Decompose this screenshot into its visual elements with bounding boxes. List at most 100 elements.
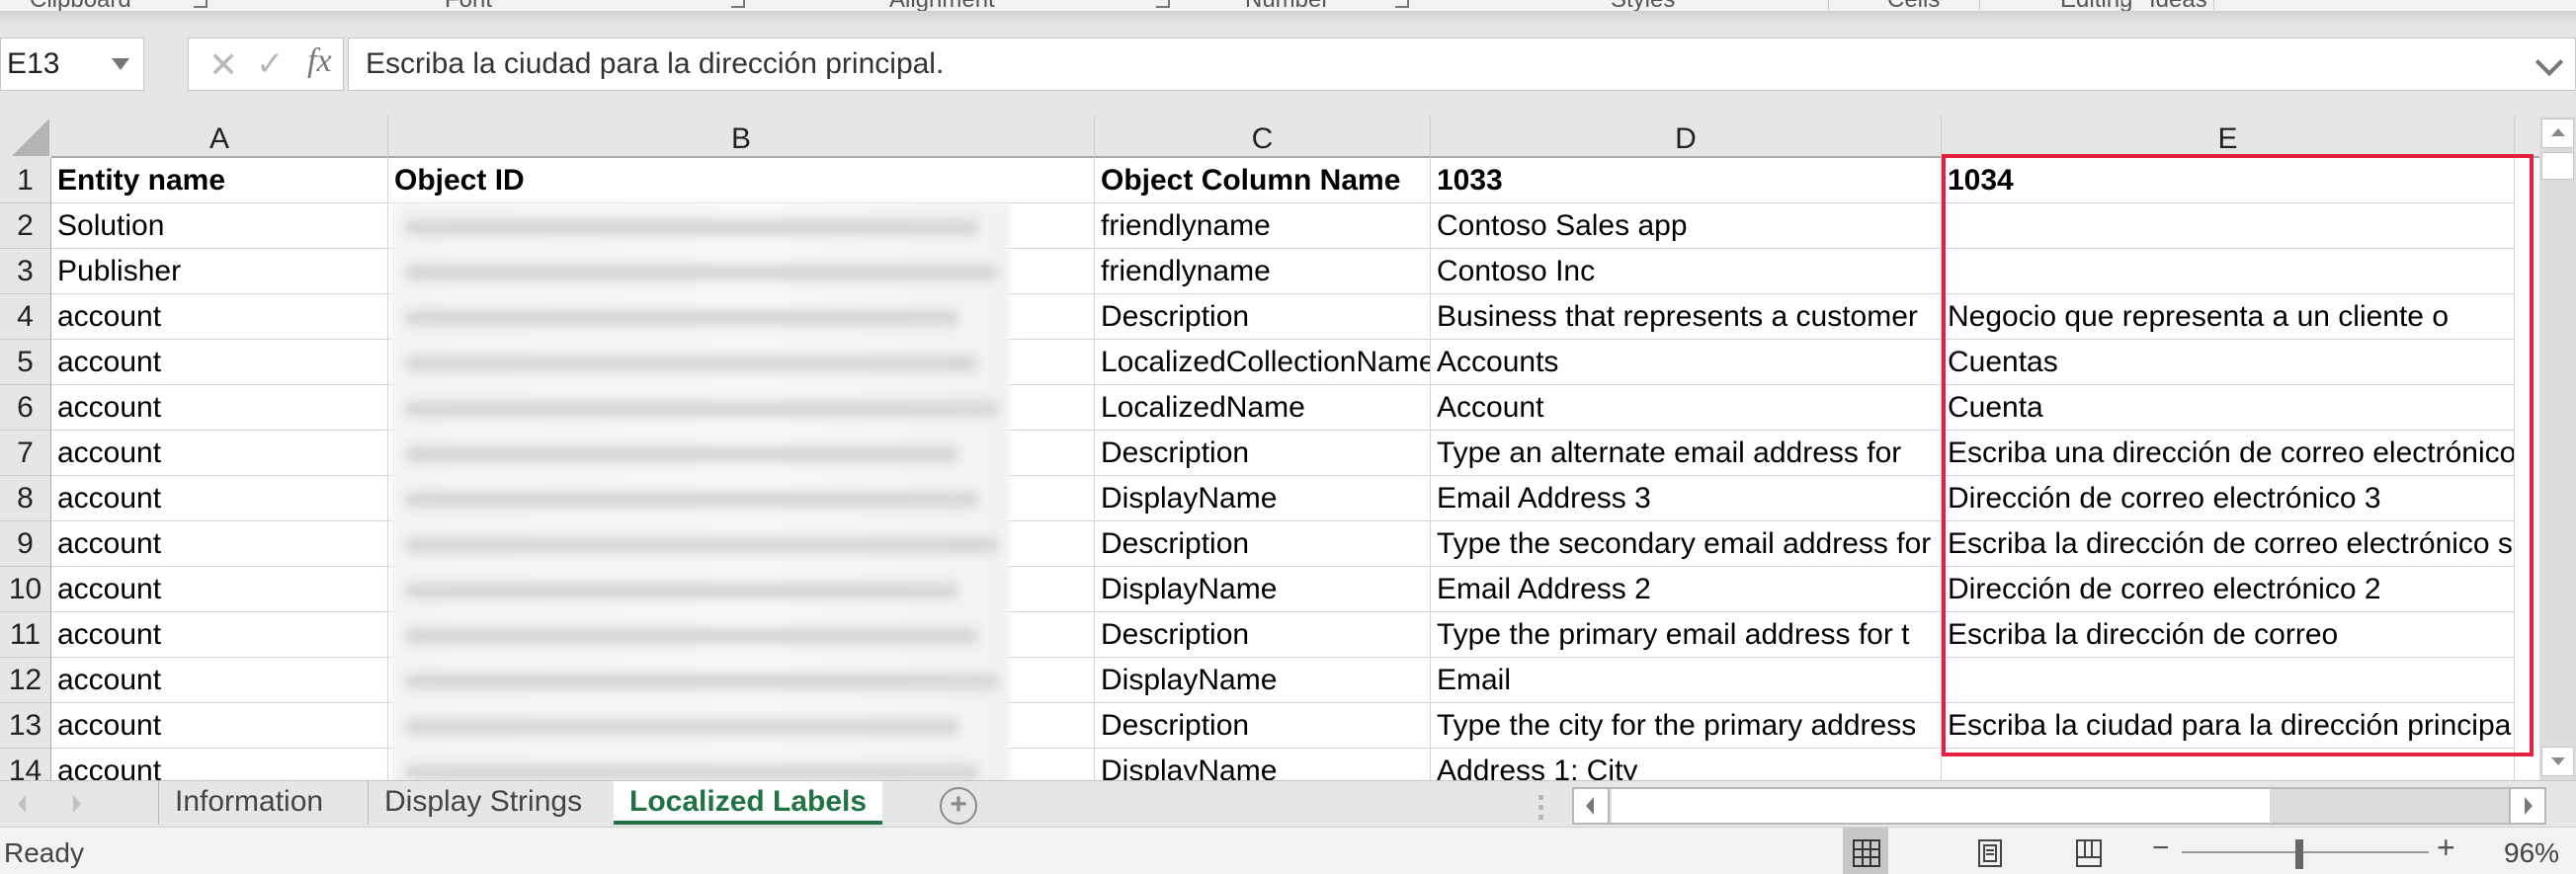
cell-D1[interactable]: 1033 [1431,158,1942,203]
column-header-a[interactable]: A [51,117,388,158]
cell-C6[interactable]: LocalizedName [1095,385,1431,431]
cell-D6[interactable]: Account [1431,385,1942,431]
zoom-out-button[interactable]: − [2152,832,2170,865]
cell-A8[interactable]: account [51,476,388,521]
cell-D5[interactable]: Accounts [1431,340,1942,385]
cell-A13[interactable]: account [51,703,388,749]
cell-E3[interactable] [1942,249,2515,294]
row-header[interactable]: 8 [0,476,51,521]
spreadsheet-grid[interactable]: A B C D E 1 Entity name Object ID Object Co… [0,117,2539,780]
cell-A2[interactable]: Solution [51,203,388,249]
name-box-dropdown-icon[interactable] [112,58,129,70]
tab-split-handle[interactable] [1538,795,1543,825]
cell-C11[interactable]: Description [1095,612,1431,658]
dialog-launcher-icon[interactable] [1156,0,1170,8]
row-header[interactable]: 2 [0,203,51,249]
cell-A7[interactable]: account [51,431,388,476]
next-sheet-icon[interactable] [73,795,81,813]
formula-input[interactable]: Escriba la ciudad para la dirección prin… [348,38,2576,91]
cell-D2[interactable]: Contoso Sales app [1431,203,1942,249]
column-header-e[interactable]: E [1942,117,2515,158]
cell-C5[interactable]: LocalizedCollectionName [1095,340,1431,385]
zoom-level[interactable]: 96% [2504,837,2559,869]
cell-A9[interactable]: account [51,521,388,567]
vertical-scrollbar[interactable] [2539,117,2576,780]
zoom-slider[interactable] [2182,851,2429,853]
cell-D11[interactable]: Type the primary email address for t [1431,612,1942,658]
scroll-left-button[interactable] [1574,789,1610,823]
vertical-scroll-thumb[interactable] [2541,152,2574,180]
cell-E6[interactable]: Cuenta [1942,385,2515,431]
sheet-tab-display-strings[interactable]: Display Strings [368,781,598,825]
insert-function-icon[interactable]: fx [307,42,332,80]
cell-C12[interactable]: DisplayName [1095,658,1431,703]
cell-E9[interactable]: Escriba la dirección de correo electróni… [1942,521,2515,567]
cell-A6[interactable]: account [51,385,388,431]
cell-A10[interactable]: account [51,567,388,612]
name-box[interactable]: E13 [0,38,144,91]
cell-C1[interactable]: Object Column Name [1095,158,1431,203]
cell-C8[interactable]: DisplayName [1095,476,1431,521]
cell-A1[interactable]: Entity name [51,158,388,203]
column-header-c[interactable]: C [1095,117,1431,158]
expand-formula-bar-icon[interactable] [2534,47,2564,77]
cell-E1[interactable]: 1034 [1942,158,2515,203]
row-header[interactable]: 4 [0,294,51,340]
zoom-slider-thumb[interactable] [2295,839,2304,869]
row-header[interactable]: 1 [0,158,51,203]
row-header[interactable]: 7 [0,431,51,476]
scroll-right-button[interactable] [2509,789,2544,823]
cell-E10[interactable]: Dirección de correo electrónico 2 [1942,567,2515,612]
cell-A11[interactable]: account [51,612,388,658]
row-header[interactable]: 14 [0,749,51,780]
cell-A5[interactable]: account [51,340,388,385]
column-header-b[interactable]: B [388,117,1095,158]
dialog-launcher-icon[interactable] [1395,0,1409,8]
row-header[interactable]: 6 [0,385,51,431]
cell-E14[interactable] [1942,749,2515,780]
cell-D3[interactable]: Contoso Inc [1431,249,1942,294]
cell-E2[interactable] [1942,203,2515,249]
cancel-icon[interactable]: ✕ [208,44,238,86]
row-header[interactable]: 3 [0,249,51,294]
row-header[interactable]: 5 [0,340,51,385]
cell-D13[interactable]: Type the city for the primary address [1431,703,1942,749]
cell-C10[interactable]: DisplayName [1095,567,1431,612]
cell-E12[interactable] [1942,658,2515,703]
cell-C13[interactable]: Description [1095,703,1431,749]
row-header[interactable]: 12 [0,658,51,703]
row-header[interactable]: 13 [0,703,51,749]
column-header-d[interactable]: D [1431,117,1942,158]
cell-E11[interactable]: Escriba la dirección de correo [1942,612,2515,658]
cell-D4[interactable]: Business that represents a customer [1431,294,1942,340]
cell-D12[interactable]: Email [1431,658,1942,703]
sheet-tab-information[interactable]: Information [158,781,339,825]
row-header[interactable]: 9 [0,521,51,567]
cell-E13[interactable]: Escriba la ciudad para la dirección prin… [1942,703,2515,749]
cell-C7[interactable]: Description [1095,431,1431,476]
dialog-launcher-icon[interactable] [194,0,208,8]
scroll-down-button[interactable] [2541,747,2574,776]
cell-C9[interactable]: Description [1095,521,1431,567]
normal-view-button[interactable] [1843,828,1888,874]
page-layout-view-button[interactable] [1966,828,2012,874]
cell-A3[interactable]: Publisher [51,249,388,294]
cell-E8[interactable]: Dirección de correo electrónico 3 [1942,476,2515,521]
cell-D8[interactable]: Email Address 3 [1431,476,1942,521]
cell-C2[interactable]: friendlyname [1095,203,1431,249]
name-box-value[interactable]: E13 [7,47,59,81]
horizontal-scrollbar[interactable] [1572,787,2546,825]
cell-C3[interactable]: friendlyname [1095,249,1431,294]
cell-E7[interactable]: Escriba una dirección de correo electrón… [1942,431,2515,476]
cell-C4[interactable]: Description [1095,294,1431,340]
previous-sheet-icon[interactable] [18,795,26,813]
cell-D7[interactable]: Type an alternate email address for [1431,431,1942,476]
cell-D10[interactable]: Email Address 2 [1431,567,1942,612]
enter-icon[interactable]: ✓ [256,44,285,84]
dialog-launcher-icon[interactable] [731,0,745,8]
horizontal-scroll-thumb[interactable] [1612,789,2270,823]
cell-A4[interactable]: account [51,294,388,340]
sheet-tab-localized-labels[interactable]: Localized Labels [614,781,883,825]
formula-value[interactable]: Escriba la ciudad para la dirección prin… [366,47,944,81]
cell-B1[interactable]: Object ID [388,158,1095,203]
